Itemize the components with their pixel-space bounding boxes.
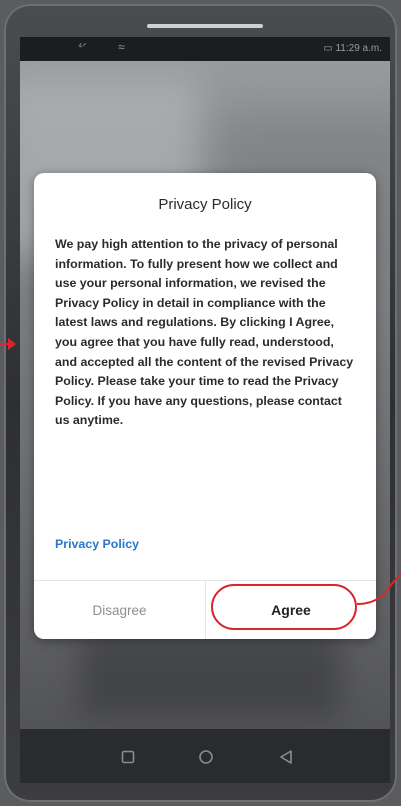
battery-time: ▭ 11:29 a.m. <box>323 43 382 54</box>
agree-button[interactable]: Agree <box>206 581 376 639</box>
circle-icon[interactable] <box>194 745 218 769</box>
privacy-policy-link[interactable]: Privacy Policy <box>55 537 139 551</box>
navigation-bar <box>20 729 390 783</box>
triangle-back-icon[interactable] <box>274 745 298 769</box>
dialog-title: Privacy Policy <box>158 196 252 213</box>
speaker-grille <box>147 24 263 28</box>
dialog-body-text: We pay high attention to the privacy of … <box>55 237 354 428</box>
status-bar: ⁴ᐟ ≈ ▭ 11:29 a.m. <box>20 37 390 61</box>
background-blur <box>80 637 340 717</box>
square-icon[interactable] <box>116 745 140 769</box>
wifi-icon: ≈ <box>118 40 125 54</box>
disagree-button[interactable]: Disagree <box>34 581 205 639</box>
privacy-policy-dialog: Privacy Policy We pay high attention to … <box>34 173 376 639</box>
signal-icon: ⁴ᐟ <box>78 42 87 53</box>
